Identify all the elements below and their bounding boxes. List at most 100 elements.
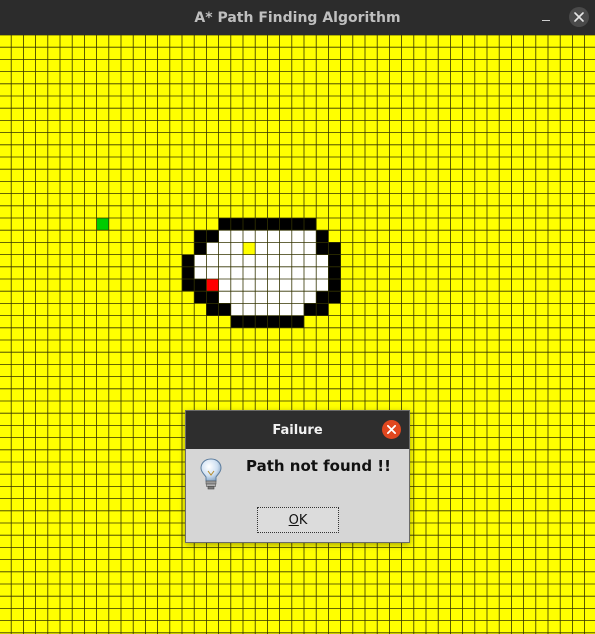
visited-cell[interactable] [218,279,231,292]
visited-cell[interactable] [230,242,243,255]
wall-cell[interactable] [291,315,304,328]
wall-cell[interactable] [194,230,207,243]
wall-cell[interactable] [243,315,256,328]
visited-cell[interactable] [230,266,243,279]
path-grid[interactable] [0,35,595,634]
wall-cell[interactable] [279,315,292,328]
wall-cell[interactable] [206,230,219,243]
wall-cell[interactable] [267,315,280,328]
visited-cell[interactable] [230,230,243,243]
visited-cell[interactable] [267,254,280,267]
wall-cell[interactable] [328,266,341,279]
visited-cell[interactable] [218,230,231,243]
visited-cell[interactable] [291,266,304,279]
dialog-close-button[interactable] [382,420,401,439]
wall-cell[interactable] [267,218,280,231]
visited-cell[interactable] [230,303,243,316]
wall-cell[interactable] [328,242,341,255]
visited-cell[interactable] [291,242,304,255]
visited-cell[interactable] [291,230,304,243]
visited-cell[interactable] [243,279,256,292]
visited-cell[interactable] [218,266,231,279]
visited-cell[interactable] [267,230,280,243]
visited-cell[interactable] [230,279,243,292]
visited-cell[interactable] [267,279,280,292]
wall-cell[interactable] [316,230,329,243]
wall-cell[interactable] [316,242,329,255]
visited-cell[interactable] [304,230,317,243]
visited-cell[interactable] [255,230,268,243]
visited-cell[interactable] [279,279,292,292]
visited-cell[interactable] [218,291,231,304]
visited-cell[interactable] [316,254,329,267]
visited-cell[interactable] [279,242,292,255]
wall-cell[interactable] [206,303,219,316]
visited-cell[interactable] [255,291,268,304]
visited-cell[interactable] [255,266,268,279]
wall-cell[interactable] [255,315,268,328]
visited-cell[interactable] [267,242,280,255]
wall-cell[interactable] [328,254,341,267]
wall-cell[interactable] [194,242,207,255]
wall-cell[interactable] [255,218,268,231]
visited-cell[interactable] [291,291,304,304]
wall-cell[interactable] [194,291,207,304]
visited-cell[interactable] [218,242,231,255]
visited-cell[interactable] [279,291,292,304]
wall-cell[interactable] [218,218,231,231]
visited-cell[interactable] [194,266,207,279]
close-button[interactable] [569,7,589,27]
visited-cell[interactable] [304,242,317,255]
visited-cell[interactable] [316,279,329,292]
minimize-button[interactable] [536,7,556,27]
wall-cell[interactable] [316,303,329,316]
visited-cell[interactable] [291,254,304,267]
visited-cell[interactable] [206,254,219,267]
visited-cell[interactable] [279,266,292,279]
wall-cell[interactable] [182,254,195,267]
end-cell[interactable] [206,279,219,292]
wall-cell[interactable] [328,279,341,292]
visited-cell[interactable] [291,303,304,316]
dialog-title[interactable]: Failure [186,411,409,449]
grid-canvas[interactable] [0,35,595,634]
visited-cell[interactable] [243,303,256,316]
visited-cell[interactable] [218,254,231,267]
visited-cell[interactable] [291,279,304,292]
visited-cell[interactable] [279,303,292,316]
visited-cell[interactable] [255,303,268,316]
wall-cell[interactable] [230,218,243,231]
visited-cell[interactable] [255,254,268,267]
title-bar[interactable]: A* Path Finding Algorithm [0,0,595,35]
ok-button[interactable]: OK [257,507,339,533]
wall-cell[interactable] [243,218,256,231]
visited-cell[interactable] [267,291,280,304]
visited-cell[interactable] [243,254,256,267]
wall-cell[interactable] [218,303,231,316]
visited-cell[interactable] [304,266,317,279]
wall-cell[interactable] [182,266,195,279]
wall-cell[interactable] [194,279,207,292]
visited-cell[interactable] [279,254,292,267]
visited-cell[interactable] [230,254,243,267]
wall-cell[interactable] [230,315,243,328]
visited-cell[interactable] [267,266,280,279]
visited-cell[interactable] [279,230,292,243]
visited-cell[interactable] [316,266,329,279]
visited-cell[interactable] [255,242,268,255]
visited-cell[interactable] [230,291,243,304]
start-cell[interactable] [96,218,109,231]
visited-cell[interactable] [255,279,268,292]
visited-cell[interactable] [194,254,207,267]
wall-cell[interactable] [316,291,329,304]
wall-cell[interactable] [328,291,341,304]
visited-cell[interactable] [304,254,317,267]
wall-cell[interactable] [304,303,317,316]
wall-cell[interactable] [182,279,195,292]
visited-cell[interactable] [304,291,317,304]
visited-cell[interactable] [206,242,219,255]
wall-cell[interactable] [291,218,304,231]
visited-cell[interactable] [243,266,256,279]
wall-cell[interactable] [206,291,219,304]
visited-cell[interactable] [267,303,280,316]
